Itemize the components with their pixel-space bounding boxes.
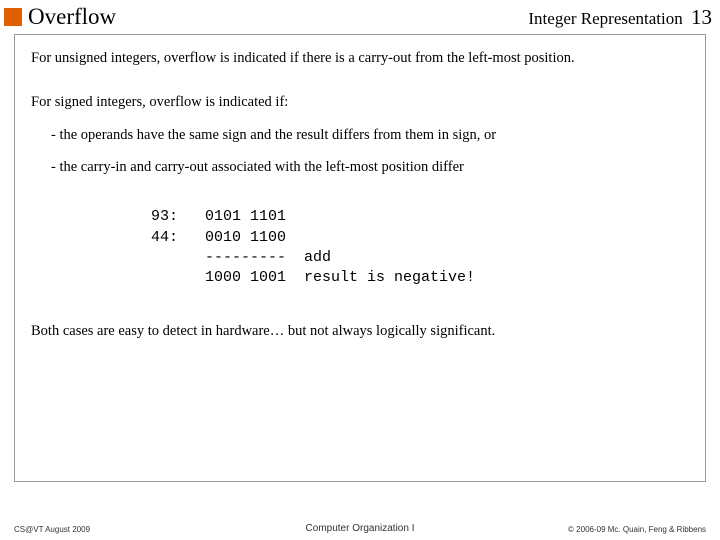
- section-label: Integer Representation 13: [528, 5, 712, 30]
- slide-header: Overflow Integer Representation 13: [0, 0, 720, 32]
- slide-number: 13: [691, 5, 712, 29]
- slide-title: Overflow: [28, 4, 528, 30]
- slide-footer: CS@VT August 2009 Computer Organization …: [0, 523, 720, 534]
- slide-content: For unsigned integers, overflow is indic…: [14, 34, 706, 482]
- bullet-item: - the operands have the same sign and th…: [31, 126, 689, 146]
- closing-paragraph: Both cases are easy to detect in hardwar…: [31, 322, 689, 342]
- bullet-item: - the carry-in and carry-out associated …: [31, 158, 689, 178]
- footer-left: CS@VT August 2009: [14, 525, 245, 534]
- footer-right: © 2006-09 Mc. Quain, Feng & Ribbens: [475, 525, 706, 534]
- unsigned-paragraph: For unsigned integers, overflow is indic…: [31, 49, 689, 69]
- footer-center: Computer Organization I: [245, 523, 476, 534]
- accent-block-icon: [4, 8, 22, 26]
- code-example: 93: 0101 1101 44: 0010 1100 --------- ad…: [151, 207, 689, 288]
- signed-intro: For signed integers, overflow is indicat…: [31, 93, 689, 113]
- section-name: Integer Representation: [528, 9, 682, 28]
